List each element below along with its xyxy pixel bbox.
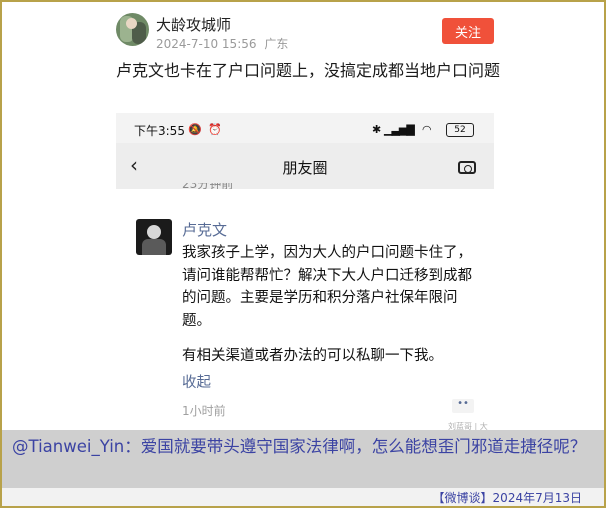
nav-title: 朋友圈: [282, 159, 328, 177]
wechat-screenshot: 下午3:55 🔕 ⏰ ✱ ▁▃▅▇ ◠ 52 ‹ 朋友圈 23分钟前 卢克文 我…: [116, 113, 494, 431]
moment-time: 1小时前: [182, 404, 226, 418]
comment-caption: @Tianwei_Yin：爱国就要带头遵守国家法律啊，怎么能想歪门邪道走捷径呢？: [2, 430, 604, 488]
mute-icon: 🔕: [188, 123, 202, 136]
status-time: 下午3:55: [134, 124, 185, 138]
moment-author[interactable]: 卢克文: [182, 219, 227, 240]
post-frame: 大龄攻城师 2024-7-10 15:56 广东 关注 卢克文也卡在了户口问题上…: [0, 0, 606, 508]
author-avatar[interactable]: [116, 13, 149, 46]
wifi-icon: ◠: [422, 123, 432, 136]
bluetooth-icon: ✱: [372, 123, 382, 136]
footer-text: 【微博谈】2024年7月13日: [432, 491, 582, 505]
battery-icon: 52: [446, 123, 474, 137]
moment-card: 卢克文 我家孩子上学，因为大人的户口问题卡住了，请问谁能帮帮忙？解决下大人户口迁…: [116, 189, 494, 431]
alarm-icon: ⏰: [208, 123, 222, 136]
post-text: 卢克文也卡在了户口问题上，没搞定成都当地户口问题: [116, 61, 501, 80]
follow-button[interactable]: 关注: [442, 18, 494, 44]
camera-icon[interactable]: [458, 161, 476, 174]
author-name[interactable]: 大龄攻城师: [156, 14, 231, 35]
status-bar: 下午3:55 🔕 ⏰ ✱ ▁▃▅▇ ◠ 52: [116, 113, 494, 143]
post-meta: 2024-7-10 15:56 广东: [156, 35, 292, 52]
moment-text-contact: 有相关渠道或者办法的可以私聊一下我。: [182, 348, 443, 364]
post-location: 广东: [264, 37, 289, 51]
caption-text: @Tianwei_Yin：爱国就要带头遵守国家法律啊，怎么能想歪门邪道走捷径呢？: [12, 437, 587, 456]
moment-avatar[interactable]: [136, 219, 172, 255]
wechat-nav: ‹ 朋友圈: [116, 143, 494, 189]
post-date: 2024-7-10 15:56: [156, 37, 257, 51]
more-icon[interactable]: ••: [452, 399, 474, 413]
footer-bar: 【微博谈】2024年7月13日: [2, 488, 604, 506]
moment-text: 我家孩子上学，因为大人的户口问题卡住了，请问谁能帮帮忙？解决下大人户口迁移到成都…: [182, 245, 472, 329]
signal-icon: ▁▃▅▇: [384, 123, 415, 136]
collapse-link[interactable]: 收起: [182, 371, 211, 392]
